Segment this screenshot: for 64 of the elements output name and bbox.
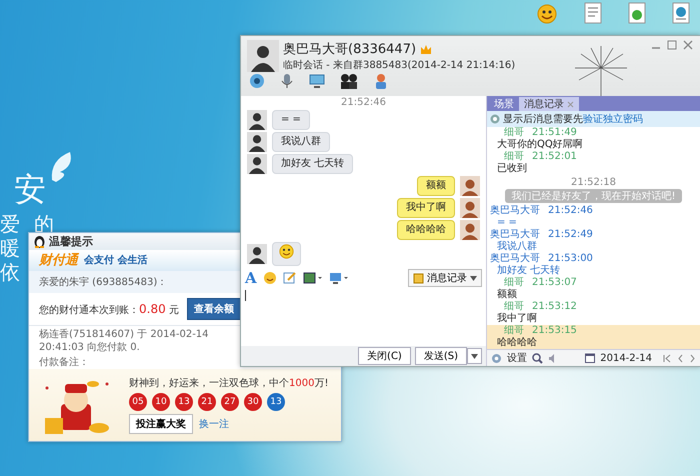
message-text: 我说八群	[496, 241, 538, 252]
amount-text: 您的财付通本次到账：0.80 元	[39, 302, 179, 316]
message-text: 我中了啊	[496, 313, 538, 325]
sender-name: 细哥	[504, 301, 524, 312]
message-timestamp: 21:52:46	[340, 97, 387, 108]
lottery-ball: 10	[152, 393, 170, 411]
panel-tab[interactable]: 消息记录	[519, 97, 579, 111]
message-time: 21:52:49	[548, 229, 593, 241]
sender-name: 奥巴马大哥	[490, 229, 540, 240]
sender-name: 细哥	[504, 325, 524, 337]
lottery-ball: 13	[267, 393, 285, 411]
session-info: 临时会话 - 来自群3885483(2014-2-14 21:14:16)	[283, 58, 516, 72]
notice-text: 显示后消息需要先验证独立密码	[503, 112, 643, 126]
sender-name: 奥巴马大哥	[490, 205, 540, 217]
sender-name: 细哥	[504, 127, 524, 138]
message-time: 21:53:12	[532, 301, 577, 313]
message-text: = =	[496, 217, 518, 229]
message-bubble: 哈哈哈哈	[397, 220, 455, 240]
message-text: 额额	[496, 289, 518, 301]
message-bubble: 额额	[417, 176, 455, 196]
lottery-ball: 27	[221, 393, 239, 411]
settings-label[interactable]: 设置	[507, 351, 527, 365]
check-balance-button[interactable]: 查看余额	[186, 298, 241, 320]
bet-button[interactable]: 投注赢大奖	[129, 414, 193, 434]
payment-detail: 杨连香(751814607) 于 2014-02-14 20:41:03 向您付款 0.	[38, 328, 210, 354]
sender-name: 细哥	[504, 151, 524, 163]
change-link[interactable]: 换一注	[199, 417, 229, 431]
system-message: 我们已经是好友了，现在开始对话吧!	[505, 189, 682, 203]
message-time: 21:52:46	[548, 205, 593, 217]
system-time: 21:52:18	[571, 177, 616, 188]
panel-tab[interactable]: 场景	[489, 97, 519, 111]
message-text: 大哥你的QQ好屌啊	[496, 139, 584, 151]
wallpaper-logo: 安	[14, 169, 46, 210]
message-time: 21:53:00	[548, 253, 593, 265]
lottery-ball: 30	[244, 393, 262, 411]
close-button[interactable]: 关闭(C)	[358, 347, 411, 365]
message-text: 加好友 七天转	[496, 265, 562, 277]
message-time: 21:53:15	[532, 325, 577, 337]
message-time: 21:52:01	[532, 151, 577, 163]
message-bubble: 加好友 七天转	[272, 154, 354, 174]
wallpaper-text: 暖	[0, 236, 34, 260]
contact-name: 奥巴马大哥(8336447)	[283, 41, 416, 58]
lottery-text: 财神到，好运来，一注双色球，中个1000万!	[129, 376, 328, 390]
sender-name: 奥巴马大哥	[490, 253, 540, 264]
message-time: 21:53:07	[532, 277, 577, 289]
font-button[interactable]: A	[245, 269, 257, 287]
payment-remark: 付款备注：	[38, 356, 90, 369]
message-text: 哈哈哈哈	[496, 337, 538, 349]
lottery-ball: 21	[198, 393, 216, 411]
send-button[interactable]: 发送(S)	[414, 347, 467, 365]
date-label: 2014-2-14	[600, 352, 652, 364]
brand-logo: 财付通	[39, 252, 78, 270]
password-link[interactable]: 验证独立密码	[583, 114, 643, 125]
brand-slogan: 会支付 会生活	[84, 254, 148, 268]
sender-name: 细哥	[504, 277, 524, 288]
history-button[interactable]: 消息记录	[408, 269, 482, 287]
lottery-ball: 13	[175, 393, 193, 411]
window-title: 温馨提示	[49, 234, 93, 249]
message-bubble: 我中了啊	[397, 198, 455, 218]
message-time: 21:51:49	[532, 127, 577, 139]
message-text: 已收到	[496, 163, 528, 175]
lottery-ball: 05	[129, 393, 147, 411]
message-bubble: 我说八群	[272, 132, 330, 152]
message-bubble: = =	[272, 110, 310, 130]
